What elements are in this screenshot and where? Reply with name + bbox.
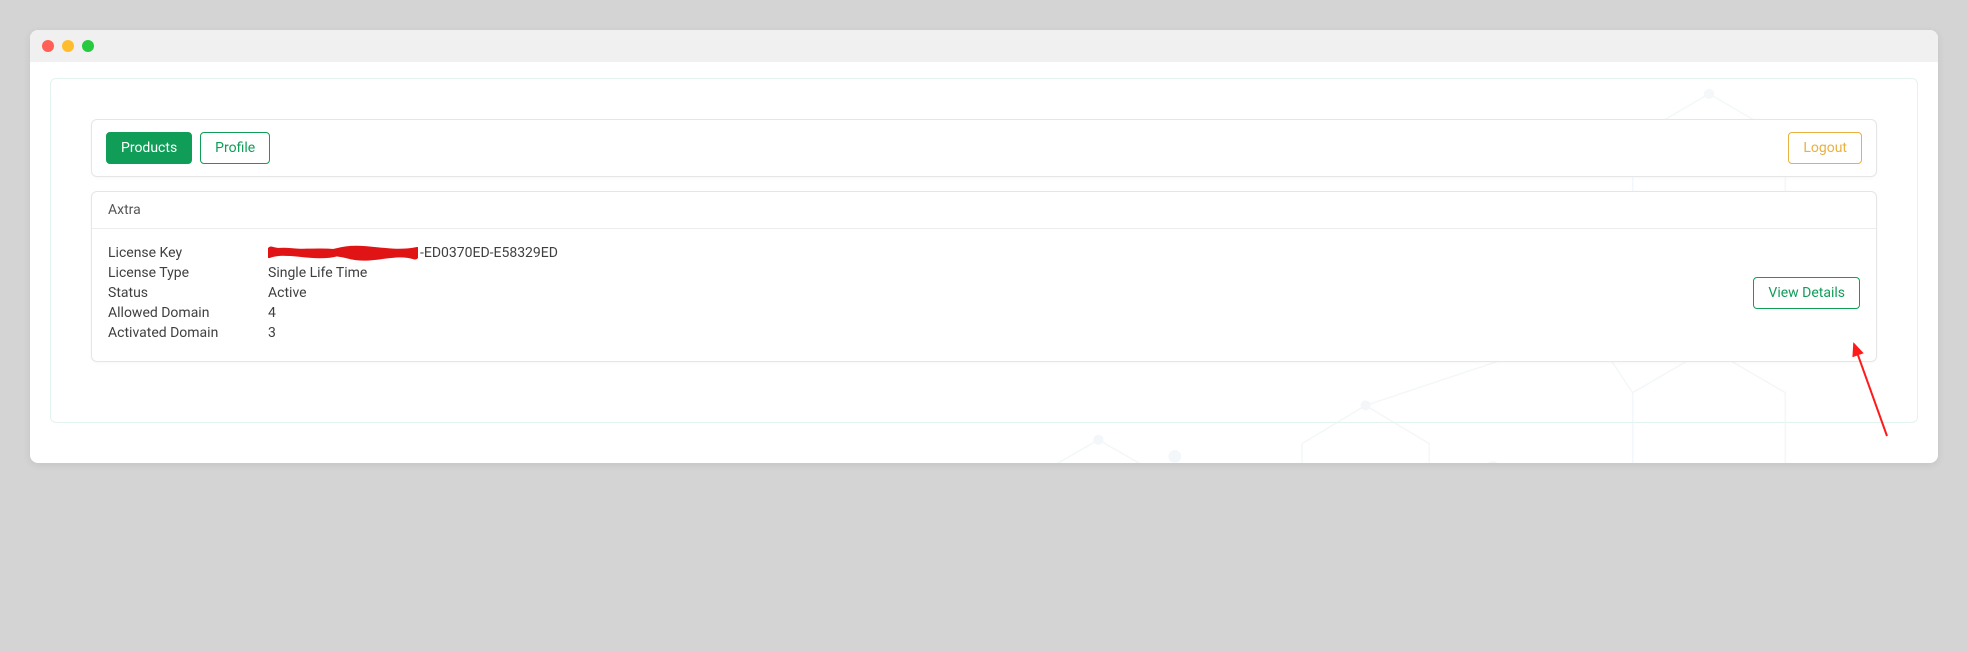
label-allowed-domain: Allowed Domain bbox=[108, 303, 268, 323]
value-status: Active bbox=[268, 283, 558, 303]
page-surface: Products Profile Logout Axtra License Ke… bbox=[30, 62, 1938, 463]
value-license-type: Single Life Time bbox=[268, 263, 558, 283]
value-allowed-domain: 4 bbox=[268, 303, 558, 323]
license-key-suffix: -ED0370ED-E58329ED bbox=[420, 245, 558, 261]
value-license-key: -ED0370ED-E58329ED bbox=[268, 243, 558, 263]
browser-window: Products Profile Logout Axtra License Ke… bbox=[30, 30, 1938, 463]
tab-group-left: Products Profile bbox=[106, 132, 270, 164]
license-details-table: License Key -ED0370ED-E58329ED License T… bbox=[108, 243, 558, 343]
row-activated-domain: Activated Domain 3 bbox=[108, 323, 558, 343]
content-container: Products Profile Logout Axtra License Ke… bbox=[50, 78, 1918, 423]
label-status: Status bbox=[108, 283, 268, 303]
redaction-mark bbox=[268, 245, 418, 261]
product-name: Axtra bbox=[92, 192, 1876, 229]
tab-products[interactable]: Products bbox=[106, 132, 192, 164]
label-activated-domain: Activated Domain bbox=[108, 323, 268, 343]
value-activated-domain: 3 bbox=[268, 323, 558, 343]
product-card-body: License Key -ED0370ED-E58329ED License T… bbox=[92, 229, 1876, 361]
tab-profile[interactable]: Profile bbox=[200, 132, 270, 164]
row-license-type: License Type Single Life Time bbox=[108, 263, 558, 283]
window-minimize-icon[interactable] bbox=[62, 40, 74, 52]
tab-bar: Products Profile Logout bbox=[91, 119, 1877, 177]
window-titlebar bbox=[30, 30, 1938, 62]
view-details-button[interactable]: View Details bbox=[1753, 277, 1860, 309]
product-card: Axtra License Key -ED0370ED-E58329ED bbox=[91, 191, 1877, 362]
logout-button[interactable]: Logout bbox=[1788, 132, 1862, 164]
label-license-type: License Type bbox=[108, 263, 268, 283]
window-close-icon[interactable] bbox=[42, 40, 54, 52]
row-allowed-domain: Allowed Domain 4 bbox=[108, 303, 558, 323]
label-license-key: License Key bbox=[108, 243, 268, 263]
row-status: Status Active bbox=[108, 283, 558, 303]
row-license-key: License Key -ED0370ED-E58329ED bbox=[108, 243, 558, 263]
window-zoom-icon[interactable] bbox=[82, 40, 94, 52]
